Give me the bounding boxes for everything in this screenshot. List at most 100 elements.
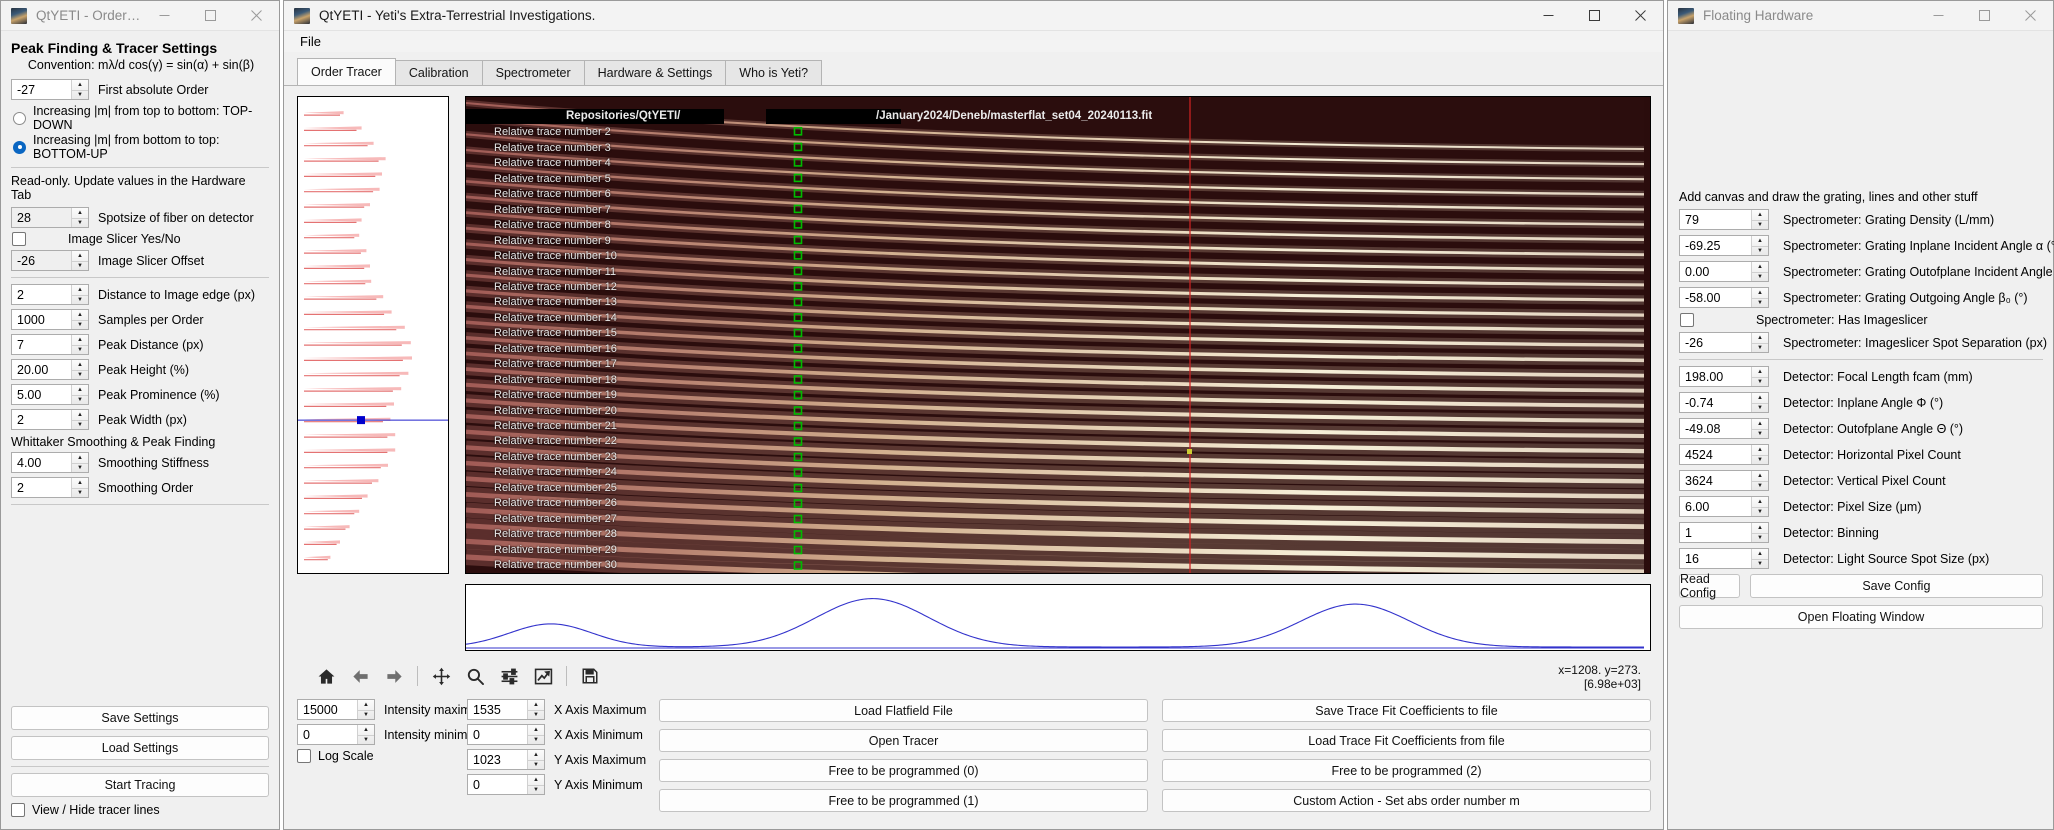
- peak-prominence-stepper[interactable]: ▲ ▼: [71, 385, 88, 404]
- free-programmed-0-button[interactable]: Free to be programmed (0): [659, 759, 1148, 782]
- y-axis-minimum-input[interactable]: 0 ▲ ▼: [467, 774, 545, 795]
- subplot-config-icon[interactable]: [492, 661, 526, 691]
- distance-to-edge-input[interactable]: 2 ▲ ▼: [11, 284, 89, 305]
- minimize-icon[interactable]: [1525, 1, 1571, 31]
- stepper-down-icon[interactable]: ▼: [72, 217, 88, 228]
- stepper-up-icon[interactable]: ▲: [1752, 549, 1768, 559]
- stepper-up-icon[interactable]: ▲: [72, 310, 88, 320]
- stepper-up-icon[interactable]: ▲: [1752, 367, 1768, 377]
- custom-action-set-abs-order-button[interactable]: Custom Action - Set abs order number m: [1162, 789, 1651, 812]
- stepper-down-icon[interactable]: ▼: [72, 344, 88, 355]
- peak-width-stepper[interactable]: ▲ ▼: [71, 410, 88, 429]
- x-axis-minimum-input[interactable]: 0 ▲ ▼: [467, 724, 545, 745]
- stepper-up-icon[interactable]: ▲: [72, 335, 88, 345]
- close-icon[interactable]: [1617, 1, 1663, 31]
- stepper-down-icon[interactable]: ▼: [72, 462, 88, 473]
- slicer-offset-stepper[interactable]: ▲ ▼: [71, 251, 88, 270]
- stepper-down-icon[interactable]: ▼: [72, 369, 88, 380]
- stepper-down-icon[interactable]: ▼: [72, 260, 88, 271]
- stepper-up-icon[interactable]: ▲: [72, 208, 88, 218]
- stepper-down-icon[interactable]: ▼: [358, 734, 374, 745]
- hardware-field-input[interactable]: -69.25 ▲ ▼: [1679, 235, 1769, 256]
- stepper-down-icon[interactable]: ▼: [72, 419, 88, 430]
- tab-calibration[interactable]: Calibration: [394, 60, 483, 85]
- back-arrow-icon[interactable]: [343, 661, 377, 691]
- close-icon[interactable]: [2007, 1, 2053, 31]
- maximize-icon[interactable]: [1571, 1, 1617, 31]
- peak-distance-input[interactable]: 7 ▲ ▼: [11, 334, 89, 355]
- intensity-maximum-input[interactable]: 15000 ▲ ▼: [297, 699, 375, 720]
- stepper-up-icon[interactable]: ▲: [1752, 210, 1768, 220]
- hardware-field-stepper[interactable]: ▲ ▼: [1751, 497, 1768, 516]
- stepper-up-icon[interactable]: ▲: [358, 700, 374, 710]
- minimize-icon[interactable]: [141, 1, 187, 31]
- stepper-down-icon[interactable]: ▼: [1752, 245, 1768, 256]
- stepper-down-icon[interactable]: ▼: [1752, 271, 1768, 282]
- hardware-field-stepper[interactable]: ▲ ▼: [1751, 471, 1768, 490]
- stepper-up-icon[interactable]: ▲: [72, 360, 88, 370]
- radio-top-down-row[interactable]: Increasing |m| from top to bottom: TOP-D…: [11, 104, 269, 132]
- stepper-up-icon[interactable]: ▲: [1752, 445, 1768, 455]
- stepper-down-icon[interactable]: ▼: [1752, 342, 1768, 353]
- intensity-maximum-stepper[interactable]: ▲ ▼: [357, 700, 374, 719]
- stepper-down-icon[interactable]: ▼: [358, 709, 374, 720]
- stepper-up-icon[interactable]: ▲: [72, 478, 88, 488]
- stepper-up-icon[interactable]: ▲: [72, 285, 88, 295]
- first-absolute-order-input[interactable]: -27 ▲ ▼: [11, 79, 89, 100]
- intensity-minimum-input[interactable]: 0 ▲ ▼: [297, 724, 375, 745]
- hardware-field-stepper[interactable]: ▲ ▼: [1751, 419, 1768, 438]
- hardware-field-stepper[interactable]: ▲ ▼: [1751, 549, 1768, 568]
- hardware-field-input[interactable]: -0.74 ▲ ▼: [1679, 392, 1769, 413]
- stepper-down-icon[interactable]: ▼: [1752, 428, 1768, 439]
- pan-icon[interactable]: [424, 661, 458, 691]
- y-axis-maximum-stepper[interactable]: ▲ ▼: [527, 750, 544, 769]
- save-config-button[interactable]: Save Config: [1749, 574, 2043, 598]
- stepper-up-icon[interactable]: ▲: [1752, 262, 1768, 272]
- stepper-up-icon[interactable]: ▲: [1752, 497, 1768, 507]
- hardware-field-input[interactable]: 4524 ▲ ▼: [1679, 444, 1769, 465]
- stepper-up-icon[interactable]: ▲: [72, 80, 88, 90]
- stepper-down-icon[interactable]: ▼: [72, 487, 88, 498]
- hardware-field-stepper[interactable]: ▲ ▼: [1751, 288, 1768, 307]
- hardware-field-input[interactable]: 3624 ▲ ▼: [1679, 470, 1769, 491]
- menu-item-file[interactable]: File: [295, 32, 326, 51]
- load-settings-button[interactable]: Load Settings: [11, 736, 269, 760]
- smoothing-order-input[interactable]: 2 ▲ ▼: [11, 477, 89, 498]
- free-programmed-1-button[interactable]: Free to be programmed (1): [659, 789, 1148, 812]
- spotsize-stepper[interactable]: ▲ ▼: [71, 208, 88, 227]
- slicer-offset-input[interactable]: -26 ▲ ▼: [11, 250, 89, 271]
- edit-curve-icon[interactable]: [526, 661, 560, 691]
- tab-who-is-yeti[interactable]: Who is Yeti?: [725, 60, 823, 85]
- distance-to-edge-stepper[interactable]: ▲ ▼: [71, 285, 88, 304]
- hardware-field-input[interactable]: 6.00 ▲ ▼: [1679, 496, 1769, 517]
- stepper-up-icon[interactable]: ▲: [1752, 419, 1768, 429]
- spotsize-input[interactable]: 28 ▲ ▼: [11, 207, 89, 228]
- hardware-field-stepper[interactable]: ▲ ▼: [1751, 367, 1768, 386]
- smoothing-stiffness-input[interactable]: 4.00 ▲ ▼: [11, 452, 89, 473]
- right-window-titlebar[interactable]: Floating Hardware: [1668, 1, 2053, 31]
- load-trace-fit-coefficients-button[interactable]: Load Trace Fit Coefficients from file: [1162, 729, 1651, 752]
- log-scale-checkbox[interactable]: [297, 749, 311, 763]
- stepper-down-icon[interactable]: ▼: [1752, 402, 1768, 413]
- hardware-field-input[interactable]: -49.08 ▲ ▼: [1679, 418, 1769, 439]
- cross-section-spectrum-plot[interactable]: [465, 584, 1651, 651]
- peak-distance-stepper[interactable]: ▲ ▼: [71, 335, 88, 354]
- hardware-field-input[interactable]: -58.00 ▲ ▼: [1679, 287, 1769, 308]
- hardware-field-stepper[interactable]: ▲ ▼: [1751, 236, 1768, 255]
- free-programmed-2-button[interactable]: Free to be programmed (2): [1162, 759, 1651, 782]
- stepper-up-icon[interactable]: ▲: [72, 410, 88, 420]
- x-axis-maximum-stepper[interactable]: ▲ ▼: [527, 700, 544, 719]
- stepper-down-icon[interactable]: ▼: [528, 709, 544, 720]
- x-axis-minimum-stepper[interactable]: ▲ ▼: [527, 725, 544, 744]
- view-hide-tracer-checkbox[interactable]: [11, 803, 25, 817]
- radio-top-down-icon[interactable]: [13, 111, 26, 125]
- smoothing-order-stepper[interactable]: ▲ ▼: [71, 478, 88, 497]
- read-config-button[interactable]: Read Config: [1679, 572, 1740, 600]
- stepper-up-icon[interactable]: ▲: [72, 251, 88, 261]
- minimize-icon[interactable]: [1915, 1, 1961, 31]
- stepper-down-icon[interactable]: ▼: [1752, 219, 1768, 230]
- stepper-up-icon[interactable]: ▲: [528, 725, 544, 735]
- peak-prominence-input[interactable]: 5.00 ▲ ▼: [11, 384, 89, 405]
- stepper-up-icon[interactable]: ▲: [1752, 236, 1768, 246]
- stepper-down-icon[interactable]: ▼: [1752, 506, 1768, 517]
